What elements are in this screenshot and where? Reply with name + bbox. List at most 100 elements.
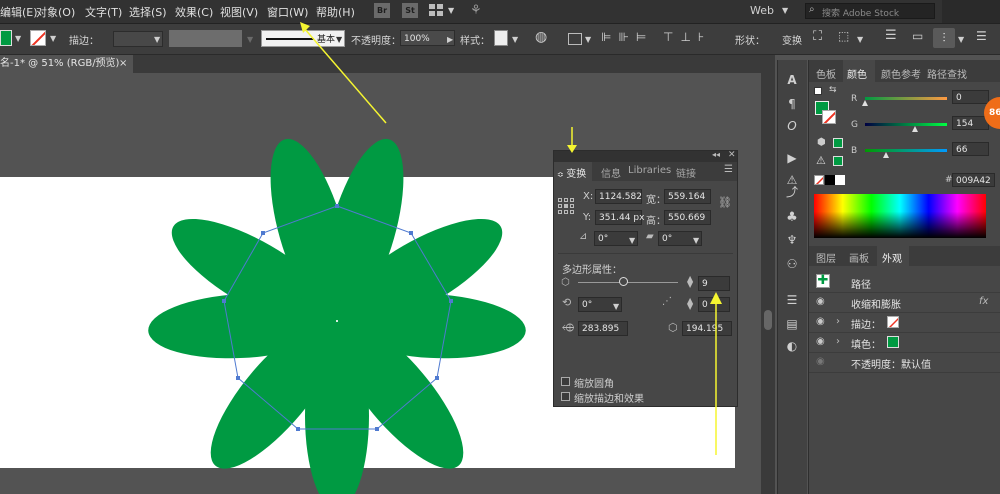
- g-slider-thumb[interactable]: [911, 126, 918, 132]
- hex-field[interactable]: 009A42: [952, 173, 995, 187]
- polygon-angle-chevron-icon[interactable]: ▼: [613, 302, 619, 311]
- paragraph-icon[interactable]: ¶: [784, 96, 800, 112]
- stock-search-field[interactable]: ⌕ 搜索 Adobe Stock: [805, 3, 935, 19]
- g-field[interactable]: 154: [952, 116, 989, 130]
- close-panel-icon[interactable]: ✕: [728, 150, 736, 160]
- tab-color-guide[interactable]: 颜色参考: [881, 66, 921, 81]
- scale-strokes-label: 缩放描边和效果: [574, 394, 644, 405]
- transparency-icon[interactable]: ▤: [784, 316, 800, 332]
- select-similar-icon[interactable]: ⬚: [838, 29, 849, 43]
- collapse-panel-icon[interactable]: ◂◂: [712, 150, 720, 159]
- width-field[interactable]: 559.164: [664, 189, 711, 204]
- stroke-color-box[interactable]: [822, 110, 836, 124]
- align-icon[interactable]: ☰: [784, 292, 800, 308]
- polygon-radius-field[interactable]: 283.895: [578, 321, 628, 336]
- opacity-row-label[interactable]: 不透明度：默认值: [851, 356, 931, 371]
- b-slider[interactable]: [865, 149, 947, 152]
- r-slider-thumb[interactable]: [862, 100, 868, 106]
- out-of-gamut-swatch[interactable]: [833, 156, 843, 166]
- fill-row-swatch[interactable]: [887, 336, 899, 348]
- corner-radius-field[interactable]: 0: [698, 297, 730, 312]
- transform-link[interactable]: 变换: [782, 32, 802, 47]
- link-out-icon[interactable]: ⤴: [784, 184, 800, 200]
- reference-point-icon[interactable]: [558, 198, 574, 214]
- sides-slider-thumb[interactable]: [619, 277, 628, 286]
- symbols-icon[interactable]: ♣: [784, 210, 800, 226]
- scrollbar-thumb[interactable]: [764, 310, 772, 330]
- graphic-styles-icon[interactable]: ⚇: [784, 256, 800, 272]
- out-of-web-color-swatch[interactable]: [833, 138, 843, 148]
- appearance-row-stroke[interactable]: ◉ › 描边：: [809, 312, 1000, 333]
- shear-chevron-icon[interactable]: ▼: [693, 236, 699, 245]
- corner-stepper-icon[interactable]: ▲ ▼: [687, 297, 693, 311]
- fx-icon[interactable]: fx: [979, 296, 988, 307]
- tab-pathfinder[interactable]: 路径查找: [927, 66, 967, 81]
- workspace-chevron-icon[interactable]: ▼: [782, 6, 788, 15]
- b-label: B: [851, 146, 858, 156]
- stroke-row-swatch[interactable]: [887, 316, 899, 328]
- tab-swatches[interactable]: 色板: [816, 66, 836, 81]
- transform-panel: ◂◂ ✕ ≎ 变换 信息 Libraries 链接 ☰ X: 1124.582 …: [553, 150, 738, 407]
- b-slider-thumb[interactable]: [883, 152, 890, 158]
- sides-slider-track[interactable]: [578, 282, 678, 283]
- panel-drag-bar[interactable]: ◂◂ ✕: [554, 150, 737, 162]
- tab-transform[interactable]: ≎ 变换: [557, 165, 586, 180]
- g-slider[interactable]: [865, 123, 947, 126]
- constrain-proportions-icon[interactable]: ⛓: [718, 196, 732, 209]
- panel-menu-icon[interactable]: ☰: [724, 164, 733, 175]
- isolate-object-icon[interactable]: ⛶: [813, 29, 822, 44]
- flower-petals[interactable]: [147, 131, 528, 494]
- align-panel-icon[interactable]: ⫶: [933, 28, 955, 48]
- swap-colors-icon[interactable]: ⇆: [829, 85, 837, 95]
- scale-corners-checkbox[interactable]: [561, 377, 570, 386]
- r-slider[interactable]: [865, 97, 947, 100]
- tab-libraries[interactable]: Libraries: [628, 165, 671, 176]
- sides-field[interactable]: 9: [698, 276, 730, 291]
- default-colors-icon[interactable]: [814, 87, 822, 95]
- r-field[interactable]: 0: [952, 90, 989, 104]
- polygon-properties-label: 多边形属性：: [562, 265, 622, 276]
- panel-menu-icon[interactable]: ☰: [885, 28, 897, 43]
- rotate-chevron-icon[interactable]: ▼: [629, 236, 635, 245]
- y-field[interactable]: 351.44 px: [595, 210, 644, 225]
- tab-appearance[interactable]: 外观: [882, 250, 902, 265]
- options-icon[interactable]: ☰: [976, 29, 987, 43]
- appearance-row-fill[interactable]: ◉ › 填色：: [809, 332, 1000, 353]
- b-field[interactable]: 66: [952, 142, 989, 156]
- color-spectrum[interactable]: [814, 194, 986, 238]
- character-icon[interactable]: A: [784, 72, 800, 88]
- brushes-icon[interactable]: ♆: [784, 232, 800, 248]
- eye-icon[interactable]: ◉: [816, 356, 825, 367]
- appearance-row-opacity[interactable]: ◉ 不透明度：默认值: [809, 352, 1000, 373]
- eye-icon[interactable]: ◉: [816, 296, 825, 307]
- tab-info[interactable]: 信息: [601, 165, 621, 180]
- x-field[interactable]: 1124.582: [595, 189, 642, 204]
- sides-stepper-icon[interactable]: ▲ ▼: [687, 275, 693, 289]
- actions-play-icon[interactable]: ▶: [784, 150, 800, 166]
- gradient-icon[interactable]: ◐: [784, 338, 800, 354]
- side-length-field[interactable]: 194.195: [682, 321, 732, 336]
- appearance-row-effect[interactable]: ◉ 收缩和膨胀 fx: [809, 292, 1000, 313]
- white-swatch[interactable]: [835, 175, 845, 185]
- tab-layers[interactable]: 图层: [816, 250, 836, 265]
- effect-label[interactable]: 收缩和膨胀: [851, 296, 901, 311]
- appearance-row-path[interactable]: ✚ 路径: [809, 272, 1000, 293]
- appearance-panel: 图层 画板 外观 ✚ 路径 ◉ 收缩和膨胀 fx ◉ › 描边： ◉ › 填色：…: [808, 246, 1000, 494]
- select-similar-chevron-icon[interactable]: ▼: [857, 35, 863, 44]
- expand-chevron-icon[interactable]: ›: [836, 336, 840, 347]
- eye-icon[interactable]: ◉: [816, 316, 825, 327]
- document-setup-icon[interactable]: ▭: [912, 29, 923, 43]
- height-field[interactable]: 550.669: [664, 210, 711, 225]
- scale-strokes-checkbox[interactable]: [561, 392, 570, 401]
- tab-links[interactable]: 链接: [676, 165, 696, 180]
- opentype-icon[interactable]: O: [784, 118, 800, 134]
- eye-icon[interactable]: ◉: [816, 336, 825, 347]
- canvas-vertical-scrollbar[interactable]: [761, 60, 775, 494]
- black-swatch[interactable]: [825, 175, 835, 185]
- tab-artboards[interactable]: 画板: [849, 250, 869, 265]
- none-color-swatch[interactable]: [814, 175, 824, 185]
- align-panel-chevron-icon[interactable]: ▼: [958, 35, 964, 44]
- tab-color[interactable]: 颜色: [847, 66, 867, 81]
- divider: [558, 253, 733, 254]
- expand-chevron-icon[interactable]: ›: [836, 316, 840, 327]
